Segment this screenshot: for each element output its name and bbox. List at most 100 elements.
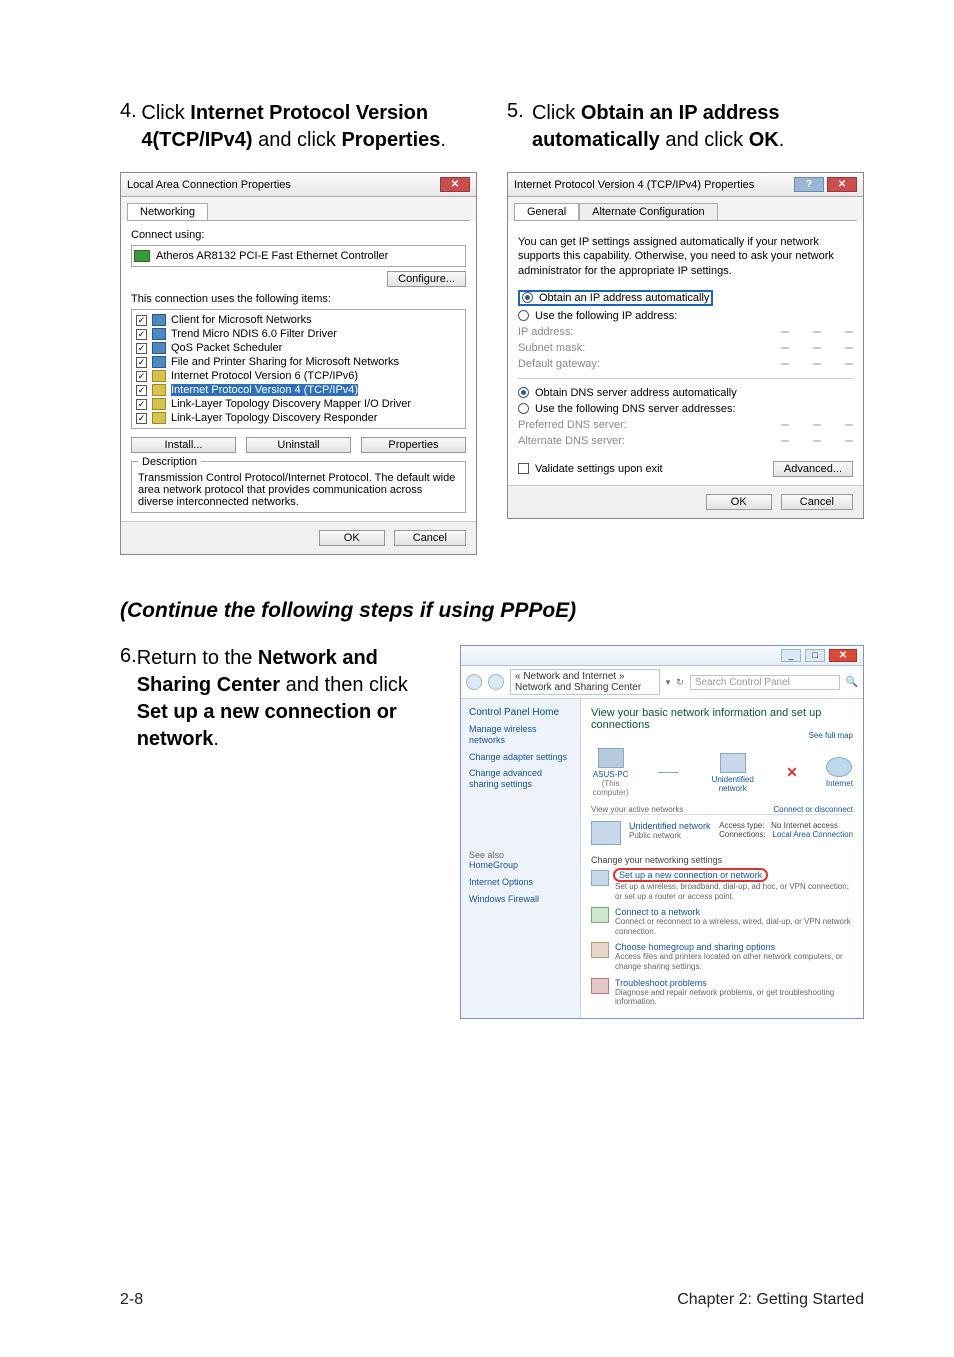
item-label: Client for Microsoft Networks [171,314,312,326]
sidebar-link[interactable]: Internet Options [469,877,572,888]
item-label: Link-Layer Topology Discovery Mapper I/O… [171,398,411,410]
list-item[interactable]: QoS Packet Scheduler [136,341,461,355]
forward-icon[interactable] [488,674,504,690]
tab-general[interactable]: General [514,203,579,220]
minimize-icon[interactable]: _ [781,649,801,662]
checkbox-icon[interactable] [136,315,147,326]
sidebar-home[interactable]: Control Panel Home [469,707,572,718]
t: Return to the [137,647,258,669]
homegroup-icon [591,942,609,958]
local-area-connection-dialog: Local Area Connection Properties ✕ Netwo… [120,172,477,555]
view-heading: View your basic network information and … [591,707,853,731]
checkbox-icon[interactable] [136,399,147,410]
task-desc: Connect or reconnect to a wireless, wire… [615,917,853,936]
install-button[interactable]: Install... [131,437,236,453]
network-sharing-center-window: _ □ ✕ « Network and Internet » Network a… [460,645,864,1019]
checkbox-icon[interactable] [136,357,147,368]
list-item[interactable]: Link-Layer Topology Discovery Mapper I/O… [136,397,461,411]
radio-icon[interactable] [518,310,529,321]
network-icon [591,821,621,845]
note-text: You can get IP settings assigned automat… [518,235,853,278]
ok-button[interactable]: OK [706,494,772,510]
breadcrumb[interactable]: « Network and Internet » Network and Sha… [510,669,660,695]
troubleshoot-icon [591,978,609,994]
list-item[interactable]: File and Printer Sharing for Microsoft N… [136,355,461,369]
uninstall-button[interactable]: Uninstall [246,437,351,453]
list-item[interactable]: Client for Microsoft Networks [136,313,461,327]
see-full-map-link[interactable]: See full map [591,731,853,740]
task-desc: Access files and printers located on oth… [615,952,853,971]
task-title: Connect to a network [615,907,853,917]
see-also-label: See also [469,850,572,860]
advanced-button[interactable]: Advanced... [773,461,853,477]
close-icon[interactable]: ✕ [440,177,470,192]
sidebar-link[interactable]: HomeGroup [469,860,572,871]
back-icon[interactable] [466,674,482,690]
checkbox-icon[interactable] [136,371,147,382]
node-label: ASUS-PC [591,770,630,779]
connect-disconnect-link[interactable]: Connect or disconnect [773,805,853,814]
properties-button[interactable]: Properties [361,437,466,453]
help-icon[interactable]: ? [794,177,824,192]
list-item[interactable]: Internet Protocol Version 6 (TCP/IPv6) [136,369,461,383]
t: Click [141,102,190,124]
task-homegroup[interactable]: Choose homegroup and sharing optionsAcce… [591,939,853,974]
checkbox-icon[interactable] [136,343,147,354]
t: Click [532,102,581,124]
task-title: Choose homegroup and sharing options [615,942,853,952]
connect-using-label: Connect using: [131,229,466,241]
cancel-button[interactable]: Cancel [394,530,466,546]
tab-networking[interactable]: Networking [127,203,208,220]
close-icon[interactable]: ✕ [827,177,857,192]
obtain-ip-auto-radio-highlight: Obtain an IP address automatically [518,290,713,306]
access-label: Access type: [719,821,764,830]
configure-button[interactable]: Configure... [387,271,466,287]
connections-value[interactable]: Local Area Connection [773,830,854,839]
step6-text: Return to the Network and Sharing Center… [137,645,430,1019]
component-icon [152,370,166,382]
maximize-icon[interactable]: □ [805,649,825,662]
mask-label: Subnet mask: [518,342,585,354]
tab-alternate[interactable]: Alternate Configuration [579,203,718,220]
list-item-selected[interactable]: Internet Protocol Version 4 (TCP/IPv4) [136,383,461,397]
list-item[interactable]: Trend Micro NDIS 6.0 Filter Driver [136,327,461,341]
alternate-dns-label: Alternate DNS server: [518,435,625,447]
search-icon[interactable]: 🔍 [846,677,858,688]
close-icon[interactable]: ✕ [829,649,857,662]
radio-icon[interactable] [518,403,529,414]
sidebar-link[interactable]: Change adapter settings [469,752,572,763]
task-connect-network[interactable]: Connect to a networkConnect or reconnect… [591,904,853,939]
task-setup-connection[interactable]: Set up a new connection or network Set u… [591,867,853,904]
radio-on-icon[interactable] [518,387,529,398]
radio-label: Use the following IP address: [535,310,677,322]
search-input[interactable]: Search Control Panel [690,675,840,690]
step-number: 5. [507,100,532,154]
items-label: This connection uses the following items… [131,293,466,305]
radio-label: Use the following DNS server addresses: [535,403,736,415]
gateway-label: Default gateway: [518,358,600,370]
component-icon [152,342,166,354]
sidebar-link[interactable]: Windows Firewall [469,894,572,905]
item-label: Internet Protocol Version 6 (TCP/IPv6) [171,370,358,382]
ok-button[interactable]: OK [319,530,385,546]
checkbox-icon[interactable] [136,385,147,396]
item-label: Trend Micro NDIS 6.0 Filter Driver [171,328,337,340]
sidebar-link[interactable]: Change advanced sharing settings [469,768,572,790]
radio-on-icon[interactable] [522,292,533,303]
node-sublabel: (This computer) [591,779,630,797]
checkbox-icon[interactable] [136,413,147,424]
ipv4-properties-dialog: Internet Protocol Version 4 (TCP/IPv4) P… [507,172,864,519]
highlight-circle: Set up a new connection or network [613,868,768,882]
disconnect-x-icon: ✕ [786,764,798,781]
active-network-name[interactable]: Unidentified network [629,821,711,831]
page-number: 2-8 [120,1291,143,1309]
sidebar-link[interactable]: Manage wireless networks [469,724,572,746]
dialog-title: Internet Protocol Version 4 (TCP/IPv4) P… [514,179,754,191]
checkbox-icon[interactable] [136,329,147,340]
list-item[interactable]: Link-Layer Topology Discovery Responder [136,411,461,425]
cancel-button[interactable]: Cancel [781,494,853,510]
task-troubleshoot[interactable]: Troubleshoot problemsDiagnose and repair… [591,975,853,1010]
t: and click [660,129,749,151]
validate-checkbox[interactable] [518,463,529,474]
node-label: Unidentified network [707,775,758,793]
